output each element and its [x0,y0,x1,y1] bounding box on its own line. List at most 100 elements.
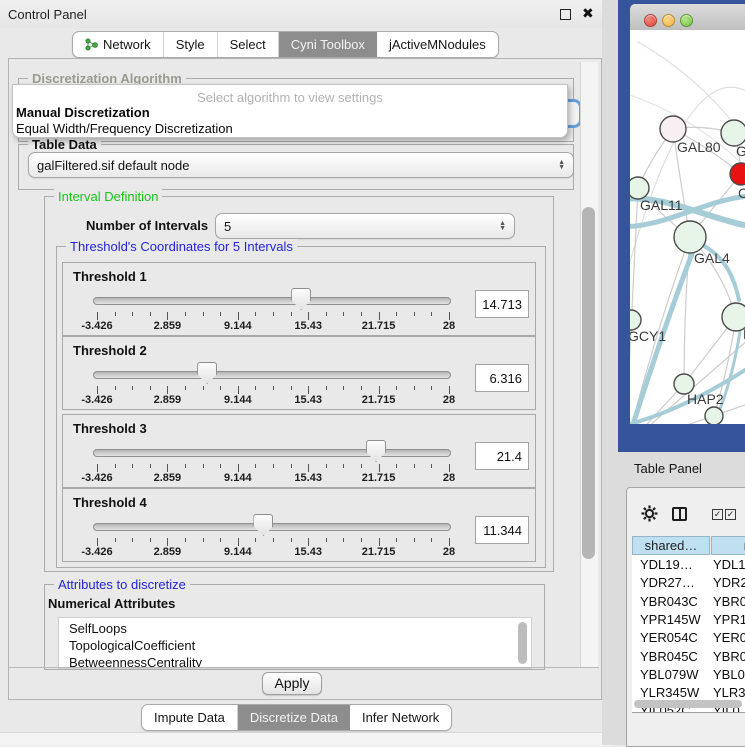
menu-item-manual-discretization[interactable]: Manual Discretization [16,105,150,120]
threshold-value-field[interactable]: 11.344 [475,516,529,544]
slider-track[interactable] [93,297,451,305]
control-panel-tab-bar: Network StyleSelectCyni Toolbox jActiveMNo… [72,31,499,58]
slider-track[interactable] [93,449,451,457]
slider-track[interactable] [93,371,451,379]
network-node[interactable] [630,310,641,330]
checkbox-icon[interactable]: ✓ [725,509,736,520]
slider-tick [326,386,327,390]
slider-tick [220,312,221,316]
slider-thumb[interactable] [253,514,273,536]
network-node[interactable] [674,221,706,253]
slider-tick [255,386,256,390]
threshold-value-field[interactable]: 6.316 [475,364,529,392]
slider-tick [343,312,344,316]
table-row[interactable]: YDR27…YDR2 [632,575,745,593]
network-node-label: C [738,185,745,201]
slider-tick-label: 2.859 [154,472,182,484]
network-node[interactable] [722,303,745,331]
zoom-traffic-light-icon[interactable] [680,14,693,27]
threshold-panel-1: Threshold 1-3.4262.8599.14415.4321.71528… [62,262,536,336]
close-traffic-light-icon[interactable] [644,14,657,27]
panel-scrollbar-thumb[interactable] [582,207,595,559]
network-node[interactable] [730,163,745,185]
numerical-attributes-list[interactable]: SelfLoopsTopologicalCoefficientBetweenne… [58,617,532,669]
number-of-intervals-combobox[interactable]: 5 ▲▼ [215,213,515,239]
slider-tick-label: 2.859 [154,394,182,406]
cell-shared-name: YBR043C [640,594,698,609]
slider-tick [273,538,274,542]
apply-button[interactable]: Apply [262,672,322,695]
tab-select[interactable]: Select [218,32,279,57]
table-row[interactable]: YBR045CYBR0 [632,649,745,667]
column-browser-icon[interactable] [672,507,687,521]
tab-network[interactable]: Network [73,32,164,57]
tab-label: Impute Data [154,710,225,725]
list-scrollbar[interactable] [518,622,527,664]
table-row[interactable]: YBR043C YBR0 [632,594,745,612]
slider-tick [220,538,221,542]
table-row[interactable]: YDL19…YDL1 [632,557,745,575]
tab-jactivemnodules[interactable]: jActiveMNodules [377,32,498,57]
slider-tick [220,386,221,390]
table-row[interactable]: YER054CYER0 [632,630,745,648]
network-canvas[interactable]: GAL80GCGAL11GAL4GCY1HHAP2 [630,30,745,424]
network-node[interactable] [705,407,723,424]
cell-name: YBR0 [713,594,745,609]
slider-tick [361,312,362,316]
slider-tick [308,464,309,472]
network-icon [85,38,98,51]
network-node-label: GCY1 [630,328,666,344]
slider-thumb[interactable] [197,362,217,384]
node-table[interactable]: YDL19…YDL1YDR27…YDR2YBR043C YBR0 YPR145WYP… [632,555,745,712]
algorithm-hint-text: Select algorithm to view settings [13,90,567,105]
minimize-traffic-light-icon[interactable] [662,14,675,27]
slider-tick [150,386,151,390]
slider-tick-label: 15.43 [294,546,322,558]
tab-cyni-toolbox[interactable]: Cyni Toolbox [279,32,377,57]
table-row[interactable]: YPR145WYPR1 [632,612,745,630]
slider-tick [449,312,450,320]
network-node[interactable] [630,177,649,199]
attribute-list-item[interactable]: SelfLoops [69,621,127,636]
tab-label: jActiveMNodules [389,37,486,52]
slider-tick [115,386,116,390]
table-header-shared-name[interactable]: shared… [632,536,710,555]
gear-icon[interactable] [641,505,658,522]
slider-thumb[interactable] [366,440,386,462]
cell-name: YBL0 [713,667,745,682]
tab-discretize-data[interactable]: Discretize Data [238,705,350,730]
tab-style[interactable]: Style [164,32,218,57]
close-icon[interactable]: ✖ [582,5,594,22]
table-horizontal-scrollbar[interactable] [634,700,742,708]
network-node-label: GAL80 [677,139,721,155]
threshold-value-field[interactable]: 14.713 [475,290,529,318]
threshold-panel-2: Threshold 2-3.4262.8599.14415.4321.71528… [62,336,536,410]
cell-name: YLR3 [713,685,745,700]
slider-tick-label: -3.426 [81,546,112,558]
table-header-name[interactable]: na [711,536,745,555]
table-data-combobox[interactable]: galFiltered.sif default node ▲▼ [28,152,574,178]
threshold-label: Threshold 4 [73,495,147,510]
threshold-label: Threshold 2 [73,343,147,358]
slider-tick [203,464,204,468]
slider-tick-label: 21.715 [362,320,396,332]
tab-label: Infer Network [362,710,439,725]
tab-impute-data[interactable]: Impute Data [142,705,238,730]
slider-tick [396,538,397,542]
tab-label: Network [103,37,151,52]
slider-tick [203,312,204,316]
slider-tick [291,312,292,316]
checkbox-icon[interactable]: ✓ [712,509,723,520]
menu-item-equal-width-frequency[interactable]: Equal Width/Frequency Discretization [16,121,233,136]
table-data-value: galFiltered.sif default node [37,158,189,173]
tab-infer-network[interactable]: Infer Network [350,705,451,730]
number-of-intervals-label: Number of Intervals [86,218,208,233]
bottom-strip [0,732,612,746]
network-window-titlebar[interactable] [630,4,745,31]
slider-thumb[interactable] [291,288,311,310]
table-row[interactable]: YBL079WYBL0 [632,667,745,685]
control-panel-title: Control Panel [8,7,87,22]
attribute-list-item[interactable]: TopologicalCoefficient [69,638,195,653]
float-window-icon[interactable] [560,9,571,20]
threshold-value-field[interactable]: 21.4 [475,442,529,470]
